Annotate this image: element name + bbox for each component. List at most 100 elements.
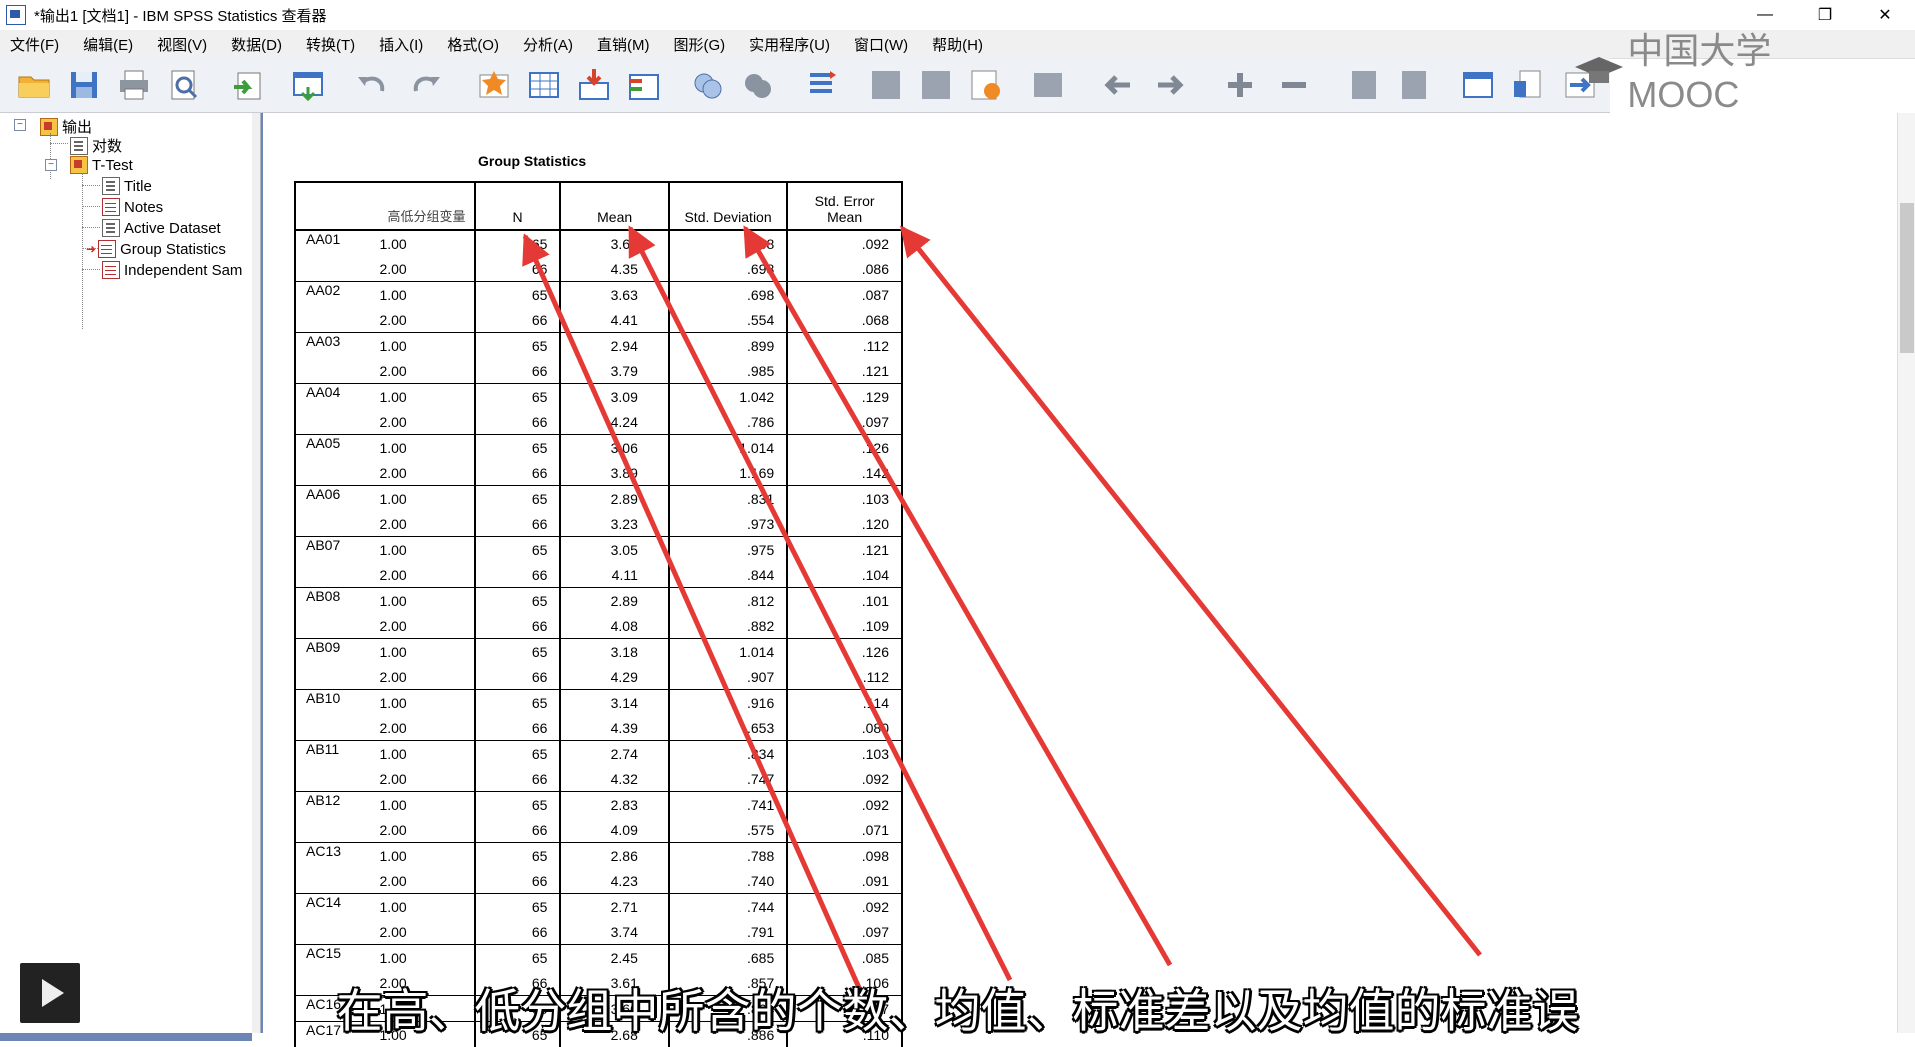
table-row: AA061.00652.89.831.103 bbox=[295, 486, 902, 512]
cell-variable: AA04 bbox=[295, 384, 377, 410]
export-icon[interactable] bbox=[230, 67, 266, 103]
cell-std-error-mean: .097 bbox=[787, 409, 902, 435]
cell-group: 2.00 bbox=[377, 613, 474, 639]
cell-std-deviation: .907 bbox=[669, 664, 787, 690]
cell-std-deviation: .554 bbox=[669, 307, 787, 333]
arrow-left-icon[interactable] bbox=[1100, 67, 1136, 103]
cell-mean: 3.06 bbox=[560, 435, 668, 461]
outline-item-notes[interactable]: Notes bbox=[102, 198, 163, 216]
print-icon[interactable] bbox=[116, 67, 152, 103]
arrow-right-icon[interactable] bbox=[1152, 67, 1188, 103]
table-row: 2.00663.79.985.121 bbox=[295, 358, 902, 384]
collapse-icon[interactable] bbox=[1276, 67, 1312, 103]
cell-std-deviation: .575 bbox=[669, 817, 787, 843]
menu-analyze[interactable]: 分析(A) bbox=[513, 34, 587, 55]
cell-n: 65 bbox=[475, 741, 561, 767]
cell-mean: 4.09 bbox=[560, 817, 668, 843]
cell-variable bbox=[295, 868, 377, 894]
insert-image-icon[interactable] bbox=[1030, 67, 1066, 103]
menu-help[interactable]: 帮助(H) bbox=[922, 34, 997, 55]
outline-pane[interactable]: − 输出 对数 − T-Test Title Notes Active Data… bbox=[0, 113, 253, 1033]
cell-group: 1.00 bbox=[377, 537, 474, 563]
save-icon[interactable] bbox=[66, 67, 102, 103]
dataset-doc-icon bbox=[102, 219, 120, 237]
table-row: 2.00663.23.973.120 bbox=[295, 511, 902, 537]
cell-mean: 3.18 bbox=[560, 639, 668, 665]
cell-variable bbox=[295, 460, 377, 486]
designate-window-icon[interactable] bbox=[626, 67, 662, 103]
outline-log[interactable]: 对数 bbox=[70, 135, 122, 156]
recall-dialog-icon[interactable] bbox=[290, 67, 326, 103]
cell-mean: 2.89 bbox=[560, 486, 668, 512]
insert-title-icon[interactable] bbox=[918, 67, 954, 103]
cell-std-deviation: .973 bbox=[669, 511, 787, 537]
insert-heading-icon[interactable] bbox=[868, 67, 904, 103]
menu-direct-marketing[interactable]: 直销(M) bbox=[587, 34, 664, 55]
spss-app-icon bbox=[6, 5, 26, 25]
expand-icon[interactable] bbox=[1222, 67, 1258, 103]
cell-n: 66 bbox=[475, 919, 561, 945]
outline-ttest[interactable]: T-Test bbox=[70, 156, 133, 174]
designate-output-icon[interactable] bbox=[1510, 67, 1546, 103]
table-row: AB091.00653.181.014.126 bbox=[295, 639, 902, 665]
menu-transform[interactable]: 转换(T) bbox=[296, 34, 369, 55]
cell-n: 66 bbox=[475, 256, 561, 282]
cell-variable: AA02 bbox=[295, 282, 377, 308]
outline-item-independent-samples[interactable]: Independent Sam bbox=[102, 261, 242, 279]
indep-table-icon bbox=[102, 261, 120, 279]
outline-item-group-statistics[interactable]: ➜Group Statistics bbox=[86, 240, 226, 258]
menu-data[interactable]: 数据(D) bbox=[221, 34, 296, 55]
outline-root[interactable]: 输出 bbox=[40, 116, 92, 137]
variables-icon[interactable] bbox=[576, 67, 612, 103]
menu-view[interactable]: 视图(V) bbox=[147, 34, 221, 55]
menu-file[interactable]: 文件(F) bbox=[0, 34, 73, 55]
menu-window[interactable]: 窗口(W) bbox=[844, 34, 922, 55]
cell-std-error-mean: .126 bbox=[787, 435, 902, 461]
cell-n: 66 bbox=[475, 766, 561, 792]
cell-variable bbox=[295, 307, 377, 333]
open-folder-icon[interactable] bbox=[16, 67, 52, 103]
cell-n: 66 bbox=[475, 307, 561, 333]
collapse-root-toggle[interactable]: − bbox=[14, 119, 26, 131]
menu-edit[interactable]: 编辑(E) bbox=[73, 34, 147, 55]
hide-icon[interactable] bbox=[740, 67, 776, 103]
cell-mean: 4.11 bbox=[560, 562, 668, 588]
cell-std-deviation: .791 bbox=[669, 919, 787, 945]
group-statistics-table[interactable]: 高低分组变量 N Mean Std. Deviation Std. ErrorM… bbox=[294, 181, 903, 1047]
pane-splitter[interactable] bbox=[252, 113, 261, 1033]
menu-graphs[interactable]: 图形(G) bbox=[663, 34, 739, 55]
collapse-ttest-toggle[interactable]: − bbox=[45, 159, 57, 171]
redo-icon[interactable] bbox=[408, 67, 444, 103]
content-vertical-scrollbar[interactable] bbox=[1897, 113, 1915, 1033]
undo-icon[interactable] bbox=[354, 67, 390, 103]
cell-mean: 2.83 bbox=[560, 792, 668, 818]
show-icon[interactable] bbox=[1346, 67, 1382, 103]
table-row: 2.00664.09.575.071 bbox=[295, 817, 902, 843]
cell-n: 65 bbox=[475, 435, 561, 461]
goto-data-icon[interactable] bbox=[476, 67, 512, 103]
menu-format[interactable]: 格式(O) bbox=[437, 34, 513, 55]
show-all-icon[interactable] bbox=[690, 67, 726, 103]
cell-std-deviation: .738 bbox=[669, 230, 787, 256]
menu-utilities[interactable]: 实用程序(U) bbox=[739, 34, 844, 55]
goto-case-icon[interactable] bbox=[526, 67, 562, 103]
cell-variable bbox=[295, 613, 377, 639]
outline-item-active-dataset[interactable]: Active Dataset bbox=[102, 219, 221, 237]
cell-std-deviation: .740 bbox=[669, 868, 787, 894]
menu-insert[interactable]: 插入(I) bbox=[369, 34, 437, 55]
cell-std-error-mean: .092 bbox=[787, 766, 902, 792]
insert-text-icon[interactable] bbox=[968, 67, 1004, 103]
scroll-thumb[interactable] bbox=[1900, 203, 1914, 353]
cell-group: 2.00 bbox=[377, 511, 474, 537]
cell-std-error-mean: .121 bbox=[787, 358, 902, 384]
cell-n: 66 bbox=[475, 562, 561, 588]
print-preview-icon[interactable] bbox=[166, 67, 202, 103]
hide-item-icon[interactable] bbox=[1396, 67, 1432, 103]
cell-std-deviation: .975 bbox=[669, 537, 787, 563]
pivot-icon[interactable] bbox=[804, 67, 840, 103]
select-last-icon[interactable] bbox=[1460, 67, 1496, 103]
outline-item-title[interactable]: Title bbox=[102, 177, 152, 195]
cell-std-deviation: .698 bbox=[669, 256, 787, 282]
cell-group: 2.00 bbox=[377, 766, 474, 792]
header-n: N bbox=[475, 182, 561, 230]
